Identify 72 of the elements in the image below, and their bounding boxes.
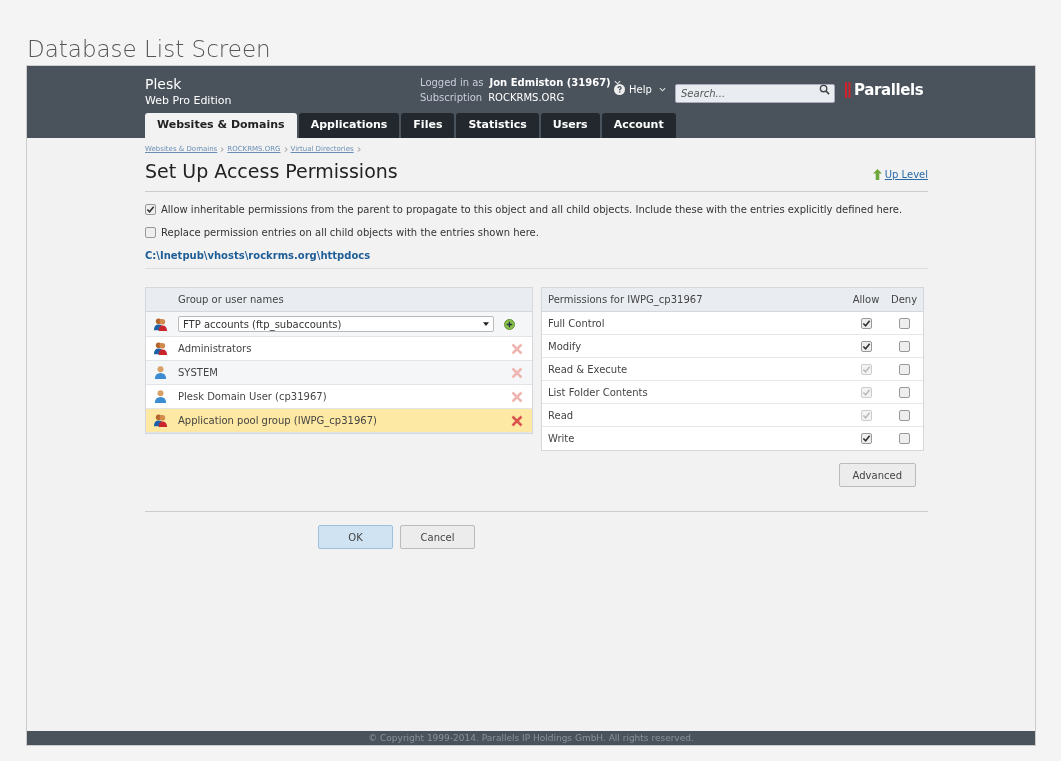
logged-in-label: Logged in as bbox=[420, 76, 484, 90]
column-header: Permissions for IWPG_cp31967 bbox=[548, 293, 704, 307]
page-title: Database List Screen bbox=[27, 35, 271, 64]
checkbox[interactable] bbox=[898, 363, 910, 375]
permission-name: List Folder Contents bbox=[548, 385, 649, 400]
delete-icon[interactable] bbox=[511, 342, 523, 355]
nav-tab[interactable]: Applications bbox=[298, 113, 400, 138]
checkbox[interactable] bbox=[145, 204, 156, 215]
checkbox[interactable] bbox=[860, 433, 872, 444]
group-name: Plesk Domain User (cp31967) bbox=[178, 390, 328, 404]
checkbox[interactable] bbox=[898, 433, 910, 444]
checkbox[interactable] bbox=[145, 227, 156, 238]
group-name: Administrators bbox=[178, 342, 253, 356]
subscription-label: Subscription bbox=[420, 91, 483, 105]
cancel-button[interactable]: Cancel bbox=[400, 525, 475, 549]
permission-name: Full Control bbox=[548, 316, 606, 331]
folder-path: C:\Inetpub\vhosts\rockrms.org\httpdocs bbox=[145, 250, 371, 261]
product-name: Plesk bbox=[145, 76, 183, 94]
nav-tab[interactable]: Files bbox=[401, 113, 455, 138]
help-icon bbox=[614, 84, 625, 95]
column-header: Deny bbox=[889, 293, 919, 307]
option-label: Replace permission entries on all child objects with the entries shown here. bbox=[161, 226, 539, 240]
checkbox[interactable] bbox=[898, 386, 910, 398]
group-row[interactable]: Application pool group (IWPG_cp31967) bbox=[146, 409, 532, 433]
product-edition: Web Pro Edition bbox=[145, 93, 232, 108]
checkbox[interactable] bbox=[898, 409, 910, 421]
user-icon bbox=[153, 389, 168, 404]
group-name: Application pool group (IWPG_cp31967) bbox=[178, 414, 378, 428]
group-name: SYSTEM bbox=[178, 366, 219, 380]
up-level-link[interactable]: Up Level bbox=[872, 167, 928, 182]
help-menu[interactable]: Help bbox=[614, 82, 666, 97]
subscription-name: ROCKRMS.ORG bbox=[488, 91, 565, 105]
chevron-right-icon bbox=[283, 146, 288, 152]
user-group-icon bbox=[153, 413, 168, 428]
delete-icon[interactable] bbox=[511, 414, 523, 427]
chevron-down-icon bbox=[658, 87, 666, 92]
column-header: Allow bbox=[851, 293, 881, 307]
nav-tab[interactable]: Users bbox=[540, 113, 600, 138]
checkbox[interactable] bbox=[860, 340, 872, 352]
chevron-right-icon bbox=[220, 146, 225, 152]
user-icon bbox=[153, 365, 168, 380]
group-row[interactable]: SYSTEM bbox=[146, 361, 532, 385]
search-field[interactable]: Search... bbox=[675, 84, 835, 103]
caret-down-icon[interactable] bbox=[483, 322, 489, 326]
up-arrow-icon bbox=[872, 169, 882, 180]
chevron-right-icon bbox=[356, 146, 361, 152]
chevron-down-icon bbox=[613, 80, 621, 85]
delete-icon[interactable] bbox=[511, 390, 523, 403]
brand-name: Parallels bbox=[854, 80, 924, 101]
checkbox[interactable] bbox=[898, 340, 910, 352]
permission-name: Write bbox=[548, 432, 576, 446]
permission-name: Read bbox=[548, 408, 575, 423]
option-label: Allow inheritable permissions from the parent to propagate to this object and all child objects. Include these with the entries explicitly defined here. bbox=[161, 203, 903, 217]
permission-name: Read & Execute bbox=[548, 362, 629, 377]
ok-button[interactable]: OK bbox=[318, 525, 393, 549]
column-header: Group or user names bbox=[178, 293, 284, 307]
nav-tab[interactable]: Account bbox=[601, 113, 676, 138]
user-group-icon bbox=[153, 341, 168, 356]
copyright-text: © Copyright 1999-2014. Parallels IP Holdings GmbH. All rights reserved. bbox=[368, 732, 694, 744]
group-select[interactable]: FTP accounts (ftp_subaccounts) bbox=[178, 316, 494, 332]
nav-tab[interactable]: Statistics bbox=[456, 113, 539, 138]
page-heading: Set Up Access Permissions bbox=[145, 158, 398, 184]
permission-name: Modify bbox=[548, 339, 583, 354]
checkbox[interactable] bbox=[860, 317, 872, 329]
checkbox[interactable] bbox=[898, 317, 910, 329]
advanced-button[interactable]: Advanced bbox=[838, 463, 916, 487]
nav-tab[interactable]: Websites & Domains bbox=[145, 113, 297, 138]
add-icon[interactable] bbox=[504, 318, 515, 330]
delete-icon[interactable] bbox=[511, 366, 523, 379]
user-group-icon bbox=[153, 316, 168, 332]
search-icon[interactable] bbox=[819, 84, 830, 95]
brand-bars-icon bbox=[845, 82, 851, 99]
